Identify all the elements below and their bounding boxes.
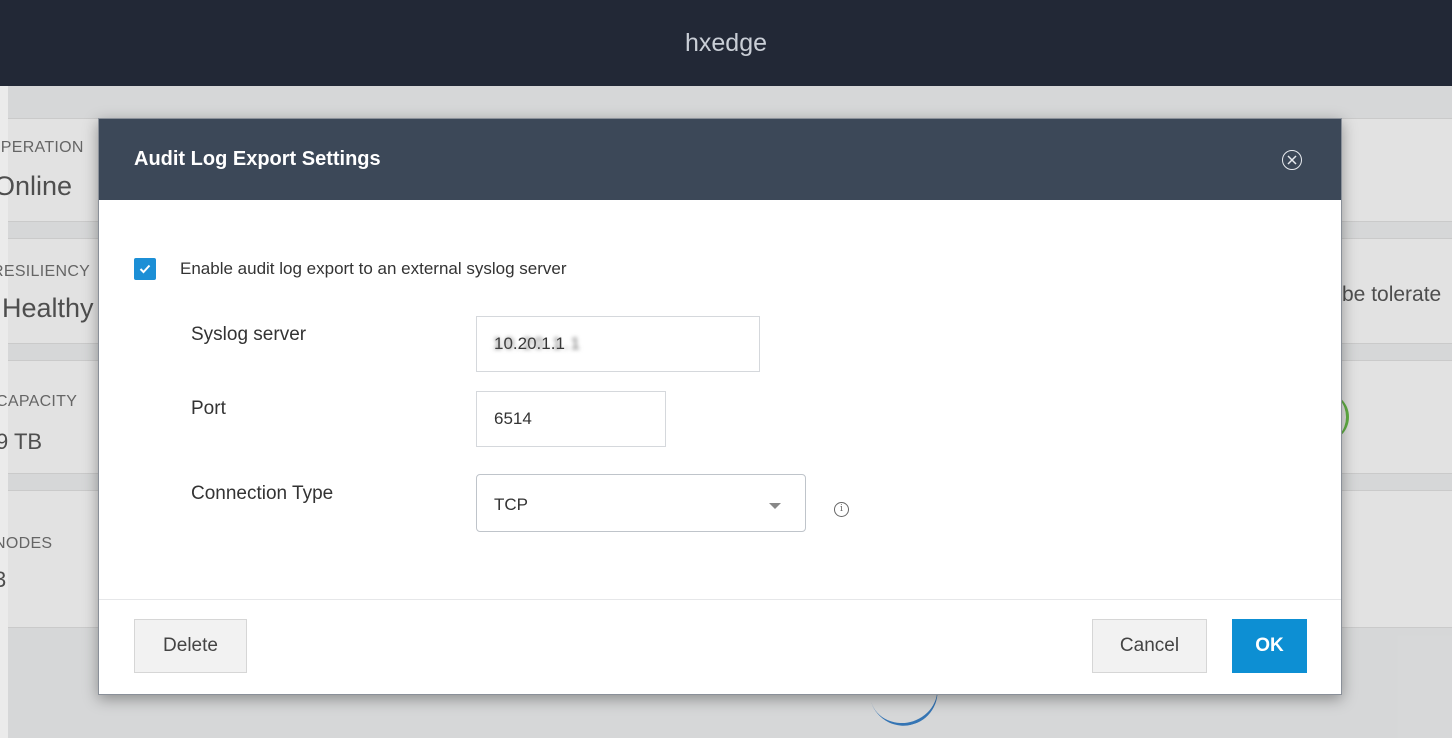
port-label: Port <box>191 398 226 419</box>
enable-export-checkbox[interactable] <box>134 258 156 280</box>
enable-export-row: Enable audit log export to an external s… <box>134 258 567 280</box>
close-circle-icon[interactable] <box>1282 150 1302 170</box>
enable-export-label: Enable audit log export to an external s… <box>180 259 567 278</box>
connection-type-value: TCP <box>494 495 528 514</box>
dialog-header: Audit Log Export Settings <box>99 119 1341 200</box>
app-header: hxedge <box>0 0 1452 86</box>
port-input[interactable] <box>476 391 666 447</box>
caret-down-icon <box>769 503 781 509</box>
info-circle-icon[interactable]: i <box>834 502 849 517</box>
checkmark-icon <box>139 264 151 274</box>
syslog-server-input[interactable] <box>476 316 760 372</box>
delete-button[interactable]: Delete <box>134 619 247 673</box>
connection-type-label: Connection Type <box>191 483 334 504</box>
syslog-server-label: Syslog server <box>191 324 307 345</box>
ok-button[interactable]: OK <box>1232 619 1307 673</box>
connection-type-select[interactable]: TCP <box>476 474 806 532</box>
app-title: hxedge <box>684 28 768 57</box>
dialog-title: Audit Log Export Settings <box>134 148 381 170</box>
cancel-button[interactable]: Cancel <box>1092 619 1207 673</box>
footer-divider <box>99 599 1341 600</box>
audit-log-export-dialog: Audit Log Export Settings Enable audit l… <box>98 118 1342 695</box>
